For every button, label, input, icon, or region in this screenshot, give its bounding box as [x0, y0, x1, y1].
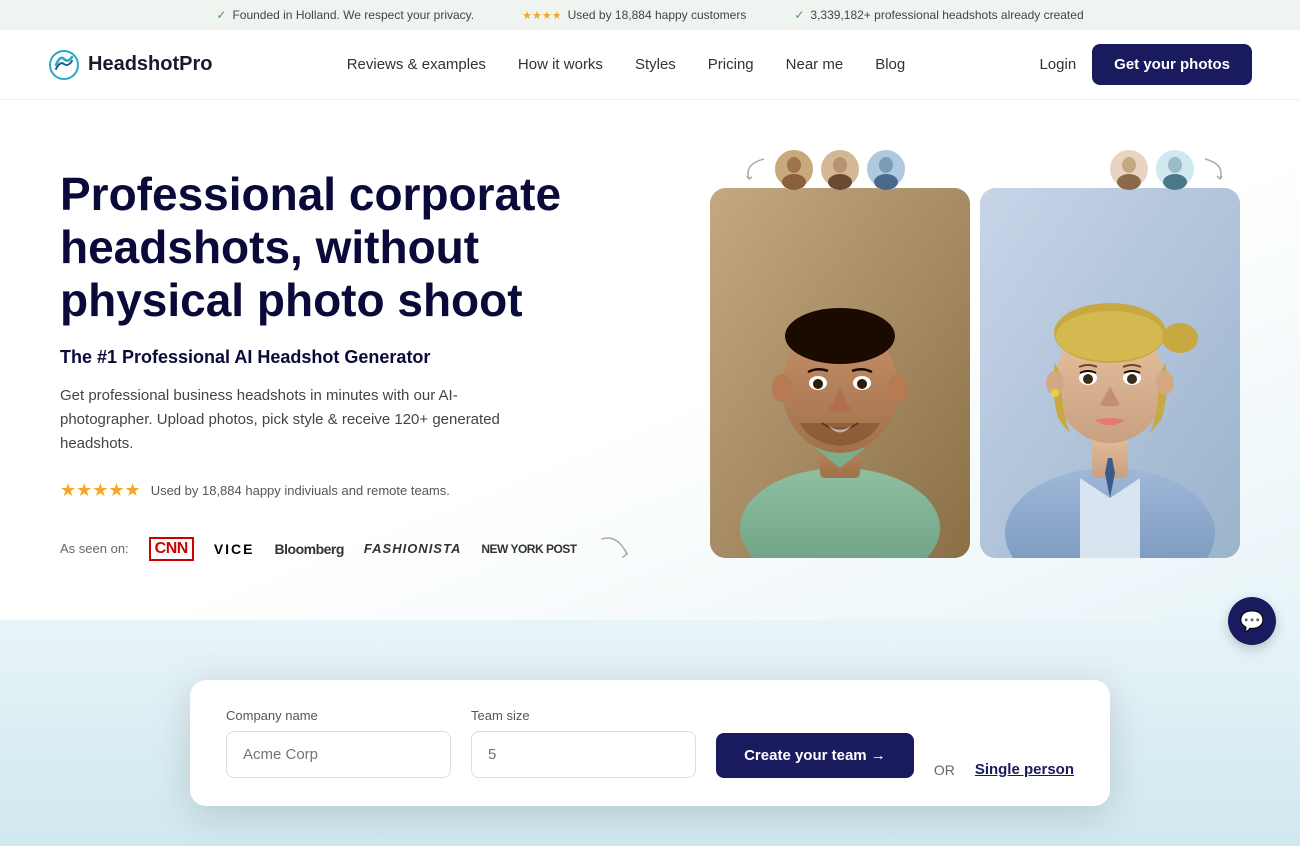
banner-item-1: ✓ Founded in Holland. We respect your pr…: [216, 8, 474, 22]
right-thumbs: [1108, 148, 1230, 190]
company-field-group: Company name: [226, 708, 451, 778]
chat-bubble[interactable]: 💬: [1228, 597, 1276, 645]
press-logos: CNN VICE Bloomberg FASHIONISTA NEW YORK …: [149, 529, 637, 569]
nav-near-me[interactable]: Near me: [786, 56, 844, 73]
left-thumbs: [739, 148, 907, 190]
rating-row: ★★★★★ Used by 18,884 happy indiviuals an…: [60, 480, 669, 501]
press-cnn: CNN: [149, 537, 194, 561]
arrow-curved-icon: [597, 529, 637, 569]
form-card: Company name Team size Create your team …: [190, 680, 1110, 806]
banner-text-3: 3,339,182+ professional headshots alread…: [810, 8, 1083, 22]
nav-styles[interactable]: Styles: [635, 56, 676, 73]
nav-blog[interactable]: Blog: [875, 56, 905, 73]
or-text: OR: [934, 762, 955, 778]
single-person-link[interactable]: Single person: [975, 761, 1074, 778]
nav-links: Reviews & examples How it works Styles P…: [347, 56, 906, 73]
hero-rating-text: Used by 18,884 happy indiviuals and remo…: [151, 483, 450, 498]
hero-content: Professional corporate headshots, withou…: [60, 148, 709, 620]
nav-actions: Login Get your photos: [1039, 44, 1252, 85]
nav-pricing[interactable]: Pricing: [708, 56, 754, 73]
company-label: Company name: [226, 708, 451, 723]
press-nypost: NEW YORK POST: [481, 542, 576, 556]
hero-title: Professional corporate headshots, withou…: [60, 168, 669, 327]
hero-description: Get professional business headshots in m…: [60, 384, 540, 456]
left-arrow-icon: [739, 154, 769, 184]
star-icon-2: ★★★★: [522, 9, 561, 22]
team-size-field-group: Team size: [471, 708, 696, 778]
male-headshot: [710, 188, 970, 558]
company-name-input[interactable]: [226, 731, 451, 778]
form-section-wrapper: Company name Team size Create your team …: [0, 620, 1300, 846]
press-bloomberg: Bloomberg: [275, 541, 344, 557]
team-label: Team size: [471, 708, 696, 723]
login-button[interactable]: Login: [1039, 56, 1076, 73]
female-person-svg: [980, 188, 1240, 558]
hero-images: [709, 148, 1240, 620]
hero-section: Professional corporate headshots, withou…: [0, 100, 1300, 620]
thumb-3: [865, 148, 907, 190]
navbar: HeadshotPro Reviews & examples How it wo…: [0, 30, 1300, 100]
press-row: As seen on: CNN VICE Bloomberg FASHIONIS…: [60, 529, 669, 569]
press-vice: VICE: [214, 541, 255, 557]
banner-item-2: ★★★★ Used by 18,884 happy customers: [522, 8, 746, 22]
hero-stars: ★★★★★: [60, 480, 141, 501]
get-photos-button[interactable]: Get your photos: [1092, 44, 1252, 85]
press-fashionista: FASHIONISTA: [364, 541, 461, 556]
logo[interactable]: HeadshotPro: [48, 49, 212, 81]
nav-reviews[interactable]: Reviews & examples: [347, 56, 486, 73]
male-person-svg: [710, 188, 970, 558]
chat-icon: 💬: [1240, 609, 1265, 634]
press-label: As seen on:: [60, 541, 129, 556]
banner-text-2: Used by 18,884 happy customers: [568, 8, 747, 22]
right-arrow-icon: [1200, 154, 1230, 184]
create-team-button[interactable]: Create your team →: [716, 733, 914, 778]
logo-icon: [48, 49, 80, 81]
form-row: Company name Team size Create your team …: [226, 708, 1074, 778]
hero-subtitle: The #1 Professional AI Headshot Generato…: [60, 347, 669, 368]
nav-how-it-works[interactable]: How it works: [518, 56, 603, 73]
check-icon-3: ✓: [794, 8, 804, 22]
headshot-cards: [710, 188, 1240, 558]
thumb-1: [773, 148, 815, 190]
thumb-5: [1154, 148, 1196, 190]
banner-item-3: ✓ 3,339,182+ professional headshots alre…: [794, 8, 1083, 22]
team-size-input[interactable]: [471, 731, 696, 778]
thumb-2: [819, 148, 861, 190]
banner-text-1: Founded in Holland. We respect your priv…: [232, 8, 474, 22]
check-icon-1: ✓: [216, 8, 226, 22]
top-banner: ✓ Founded in Holland. We respect your pr…: [0, 0, 1300, 30]
thumb-4: [1108, 148, 1150, 190]
logo-text: HeadshotPro: [88, 53, 212, 76]
female-headshot: [980, 188, 1240, 558]
